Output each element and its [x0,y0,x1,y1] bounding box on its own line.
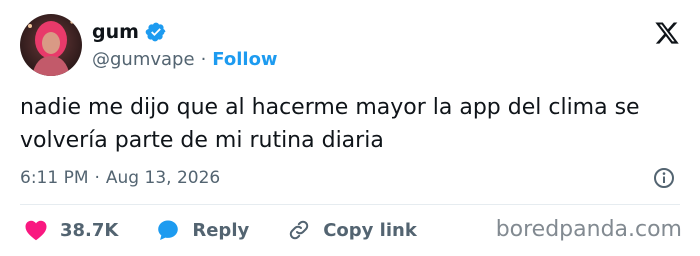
watermark: boredpanda.com [495,217,682,242]
reply-button[interactable]: Reply [156,218,249,242]
tweet-date: Aug 13, 2026 [105,168,221,188]
tweet-timestamp[interactable]: 6:11 PM · Aug 13, 2026 [20,166,220,190]
follow-separator: · [200,49,207,70]
tweet-text: nadie me dijo que al hacerme mayor la ap… [20,95,640,153]
heart-icon [24,219,48,241]
verified-badge-icon [145,21,167,43]
link-icon [287,218,311,242]
copy-link-button[interactable]: Copy link [287,218,417,242]
author-handle[interactable]: @gumvape [92,48,195,72]
date-separator: · [94,168,100,188]
divider [20,204,680,205]
follow-button[interactable]: Follow [212,48,277,72]
like-button[interactable]: 38.7K [24,219,118,241]
avatar[interactable] [20,14,82,76]
reply-bubble-icon [156,218,180,242]
author-name[interactable]: gum [92,20,139,44]
tweet-card: gum @gumvape · Follow nadie me dijo que … [0,0,700,256]
info-icon[interactable] [652,166,676,190]
like-count: 38.7K [60,219,119,241]
reply-label: Reply [192,219,250,241]
tweet-time: 6:11 PM [20,168,89,188]
x-logo-icon[interactable] [654,20,680,46]
copy-link-label: Copy link [323,219,417,241]
action-bar: 38.7K Reply Copy link [24,216,455,244]
